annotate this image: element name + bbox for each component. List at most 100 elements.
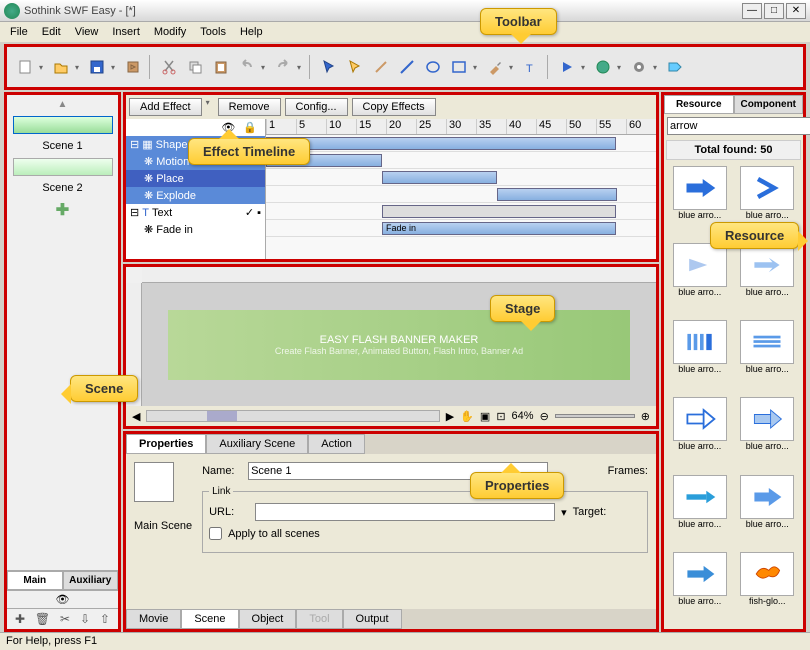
rect-tool[interactable] xyxy=(447,55,471,79)
btab-object[interactable]: Object xyxy=(239,609,297,629)
btab-output[interactable]: Output xyxy=(343,609,402,629)
oval-tool[interactable] xyxy=(421,55,445,79)
tree-place[interactable]: ❋ Place xyxy=(126,170,265,187)
menu-modify[interactable]: Modify xyxy=(148,24,192,40)
banner-preview[interactable]: EASY FLASH BANNER MAKER Create Flash Ban… xyxy=(168,310,631,380)
tree-text[interactable]: ⊟ T Text ✓ ▪ xyxy=(126,204,265,221)
paste-button[interactable] xyxy=(209,55,233,79)
resource-item[interactable]: blue arro... xyxy=(668,397,732,470)
tab-auxiliary[interactable]: Auxiliary xyxy=(63,571,119,590)
add-scene-button[interactable]: ✚ xyxy=(56,200,69,220)
tab-action[interactable]: Action xyxy=(308,434,365,454)
dropdown-icon[interactable]: ▾ xyxy=(261,63,269,72)
copy-effects-button[interactable]: Copy Effects xyxy=(352,98,436,116)
menu-edit[interactable]: Edit xyxy=(36,24,67,40)
resource-item[interactable]: blue arro... xyxy=(668,552,732,625)
zoom-out-icon[interactable]: ⊖ xyxy=(540,410,549,423)
fit-icon[interactable]: ▣ xyxy=(480,410,490,423)
dropdown-icon[interactable]: ▾ xyxy=(561,506,567,519)
remove-button[interactable]: Remove xyxy=(218,98,281,116)
tree-explode[interactable]: ❋ Explode xyxy=(126,187,265,204)
close-button[interactable]: ✕ xyxy=(786,3,806,19)
dropdown-icon[interactable]: ▾ xyxy=(509,63,517,72)
menu-tools[interactable]: Tools xyxy=(194,24,232,40)
transform-tool[interactable] xyxy=(343,55,367,79)
copy-button[interactable] xyxy=(183,55,207,79)
new-button[interactable] xyxy=(13,55,37,79)
brush-tool[interactable] xyxy=(483,55,507,79)
apply-all-checkbox[interactable] xyxy=(209,527,222,540)
undo-button[interactable] xyxy=(235,55,259,79)
tag-button[interactable] xyxy=(663,55,687,79)
select-tool[interactable] xyxy=(317,55,341,79)
config-button[interactable]: Config... xyxy=(285,98,348,116)
lock-icon[interactable]: 🔒 xyxy=(243,121,257,134)
tree-fadein[interactable]: ❋ Fade in xyxy=(126,221,265,238)
actual-icon[interactable]: ⊡ xyxy=(496,410,505,423)
scene-thumb-1[interactable] xyxy=(13,116,113,134)
tab-aux-scene[interactable]: Auxiliary Scene xyxy=(206,434,308,454)
btab-tool[interactable]: Tool xyxy=(296,609,342,629)
dropdown-icon[interactable]: ▾ xyxy=(473,63,481,72)
dropdown-icon[interactable]: ▾ xyxy=(653,63,661,72)
dropdown-icon[interactable]: ▾ xyxy=(39,63,47,72)
tab-main[interactable]: Main xyxy=(7,571,63,590)
export-button[interactable] xyxy=(121,55,145,79)
scroll-left-icon[interactable]: ◀ xyxy=(132,410,140,423)
eye-icon[interactable]: 👁 xyxy=(56,593,70,606)
resource-item[interactable]: blue arro... xyxy=(736,397,800,470)
add-icon[interactable]: ✚ xyxy=(15,612,25,626)
dropdown-icon[interactable]: ▾ xyxy=(111,63,119,72)
cut-button[interactable] xyxy=(157,55,181,79)
dropdown-icon[interactable]: ▾ xyxy=(75,63,83,72)
zoom-slider[interactable] xyxy=(555,414,635,418)
menu-help[interactable]: Help xyxy=(234,24,269,40)
menu-view[interactable]: View xyxy=(69,24,105,40)
tab-component[interactable]: Component xyxy=(734,95,804,114)
open-button[interactable] xyxy=(49,55,73,79)
hand-icon[interactable]: ✋ xyxy=(460,410,474,423)
tab-resource[interactable]: Resource xyxy=(664,95,734,114)
pen-tool[interactable] xyxy=(369,55,393,79)
resource-item[interactable]: blue arro... xyxy=(668,243,732,316)
stage-canvas[interactable]: EASY FLASH BANNER MAKER Create Flash Ban… xyxy=(142,283,656,406)
play-button[interactable] xyxy=(555,55,579,79)
resource-item[interactable]: blue arro... xyxy=(736,320,800,393)
publish-button[interactable] xyxy=(591,55,615,79)
resource-search-input[interactable] xyxy=(667,117,810,135)
timeline-grid[interactable]: 151015202530354045505560 Motion Fade in xyxy=(266,119,656,259)
btab-scene[interactable]: Scene xyxy=(181,609,238,629)
menu-insert[interactable]: Insert xyxy=(106,24,146,40)
save-button[interactable] xyxy=(85,55,109,79)
down-icon[interactable]: ⇩ xyxy=(80,612,90,626)
dropdown-icon[interactable]: ▾ xyxy=(297,63,305,72)
text-tool[interactable]: T xyxy=(519,55,543,79)
up-icon[interactable]: ⇧ xyxy=(100,612,110,626)
trash-icon[interactable]: 🗑 xyxy=(35,612,50,626)
menu-file[interactable]: File xyxy=(4,24,34,40)
scene-thumb-2[interactable] xyxy=(13,158,113,176)
resource-item[interactable]: blue arro... xyxy=(736,475,800,548)
tab-properties[interactable]: Properties xyxy=(126,434,206,454)
settings-button[interactable] xyxy=(627,55,651,79)
line-tool[interactable] xyxy=(395,55,419,79)
redo-button[interactable] xyxy=(271,55,295,79)
resource-item[interactable]: blue arro... xyxy=(736,243,800,316)
maximize-button[interactable]: □ xyxy=(764,3,784,19)
callout-resource: Resource xyxy=(710,222,799,249)
dropdown-icon[interactable]: ▾ xyxy=(617,63,625,72)
btab-movie[interactable]: Movie xyxy=(126,609,181,629)
url-input[interactable] xyxy=(255,503,555,521)
dropdown-icon[interactable]: ▾ xyxy=(581,63,589,72)
resource-item[interactable]: blue arro... xyxy=(668,320,732,393)
zoom-in-icon[interactable]: ⊕ xyxy=(641,410,650,423)
minimize-button[interactable]: — xyxy=(742,3,762,19)
scene-panel: ▲ Scene 1 Scene 2 ✚ Main Auxiliary 👁 ✚ 🗑… xyxy=(4,92,121,632)
scrollbar-horizontal[interactable] xyxy=(146,410,439,422)
resource-item[interactable]: blue arro... xyxy=(668,475,732,548)
cut-icon[interactable]: ✂ xyxy=(60,612,70,626)
scroll-up-icon[interactable]: ▲ xyxy=(58,99,68,110)
add-effect-button[interactable]: Add Effect xyxy=(129,98,202,116)
scroll-right-icon[interactable]: ▶ xyxy=(446,410,454,423)
resource-item[interactable]: fish-glo... xyxy=(736,552,800,625)
